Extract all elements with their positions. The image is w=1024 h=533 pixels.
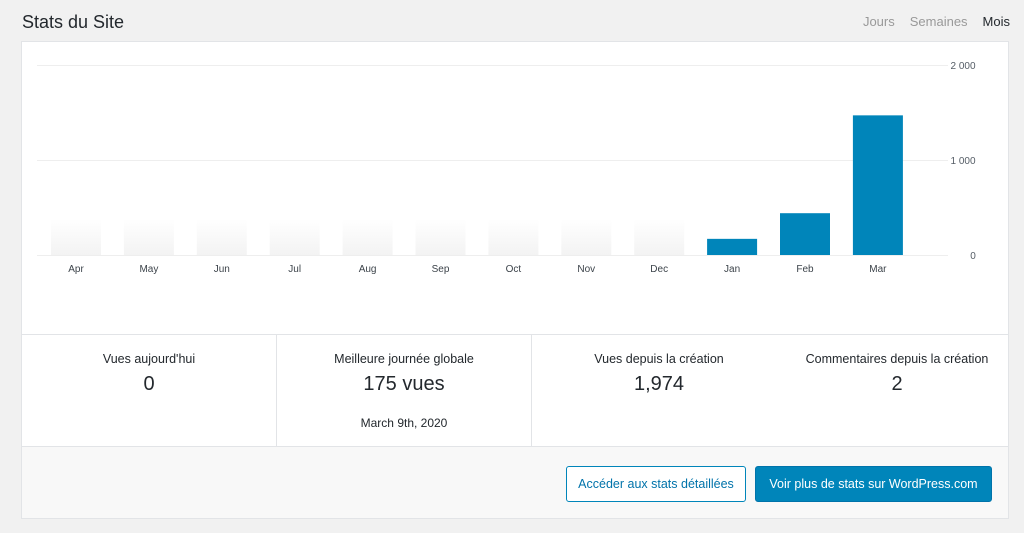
x-tick-label: Aug [359, 264, 377, 275]
bar-placeholder-aug [342, 219, 393, 255]
stat-best-day: Meilleure journée globale 175 vues March… [277, 335, 531, 446]
bar-mar [852, 115, 903, 255]
stat-value: 0 [143, 373, 155, 395]
stat-value: 1,974 [633, 373, 685, 395]
stat-date: March 9th, 2020 [360, 416, 448, 430]
wpcom-stats-button[interactable]: Voir plus de stats sur WordPress.com [755, 466, 992, 502]
bar-placeholder-may [123, 219, 174, 255]
x-tick-label: Sep [432, 264, 450, 275]
bar-placeholder-nov [561, 219, 612, 255]
x-tick-label: Oct [506, 264, 522, 275]
bar-placeholder-sep [415, 219, 466, 255]
bar-jan [707, 238, 758, 255]
stat-value: 175 vues [363, 373, 445, 395]
x-tick-label: Mar [869, 264, 887, 275]
stats-card: 2 000 1 000 0 Apr May Jun Jul Aug Sep Oct Nov Dec Ja… [21, 41, 1009, 519]
page-title: Stats du Site [22, 12, 125, 32]
x-tick-label: May [139, 264, 158, 275]
detailed-stats-button[interactable]: Accéder aux stats détaillées [566, 466, 746, 502]
bar-feb [780, 213, 830, 255]
stat-all-time-comments: Commentaires depuis la création 2 [786, 335, 1008, 446]
tab-days[interactable]: Jours [863, 13, 895, 31]
tab-weeks[interactable]: Semaines [910, 13, 968, 31]
bar-placeholder-jul [269, 219, 320, 255]
x-tick-label: Apr [68, 264, 84, 275]
bar-placeholder-apr [51, 219, 101, 255]
bar-placeholder-oct [488, 219, 539, 255]
tab-months[interactable]: Mois [983, 13, 1010, 31]
stat-views-today: Vues aujourd'hui 0 [22, 335, 276, 446]
period-tabs: Jours Semaines Mois [863, 13, 1010, 31]
x-tick-label: Jul [288, 264, 301, 275]
x-tick-label: Dec [650, 264, 668, 275]
bar-placeholder-dec [634, 219, 685, 255]
x-tick-label: Nov [577, 264, 595, 275]
views-chart: 2 000 1 000 0 Apr May Jun Jul Aug Sep Oct Nov Dec Ja… [22, 42, 1008, 334]
y-tick-label: 0 [970, 251, 976, 262]
x-tick-label: Feb [796, 264, 814, 275]
stat-label: Vues depuis la création [594, 352, 724, 366]
views-bar-chart: 2 000 1 000 0 Apr May Jun Jul Aug Sep Oct Nov Dec Ja… [37, 61, 976, 275]
stat-label: Vues aujourd'hui [102, 352, 196, 366]
x-tick-label: Jun [214, 264, 230, 275]
stat-label: Meilleure journée globale [334, 352, 474, 366]
x-tick-label: Jan [724, 264, 740, 275]
stats-summary-row: Vues aujourd'hui 0 Meilleure journée glo… [22, 334, 1008, 446]
y-tick-label: 2 000 [950, 61, 975, 72]
stat-all-time-views: Vues depuis la création 1,974 [532, 335, 786, 446]
card-footer: Accéder aux stats détaillées Voir plus d… [22, 446, 1008, 518]
bar-placeholder-jun [196, 219, 247, 255]
stat-value: 2 [891, 373, 903, 395]
stat-label: Commentaires depuis la création [805, 352, 989, 366]
y-tick-label: 1 000 [950, 156, 975, 167]
